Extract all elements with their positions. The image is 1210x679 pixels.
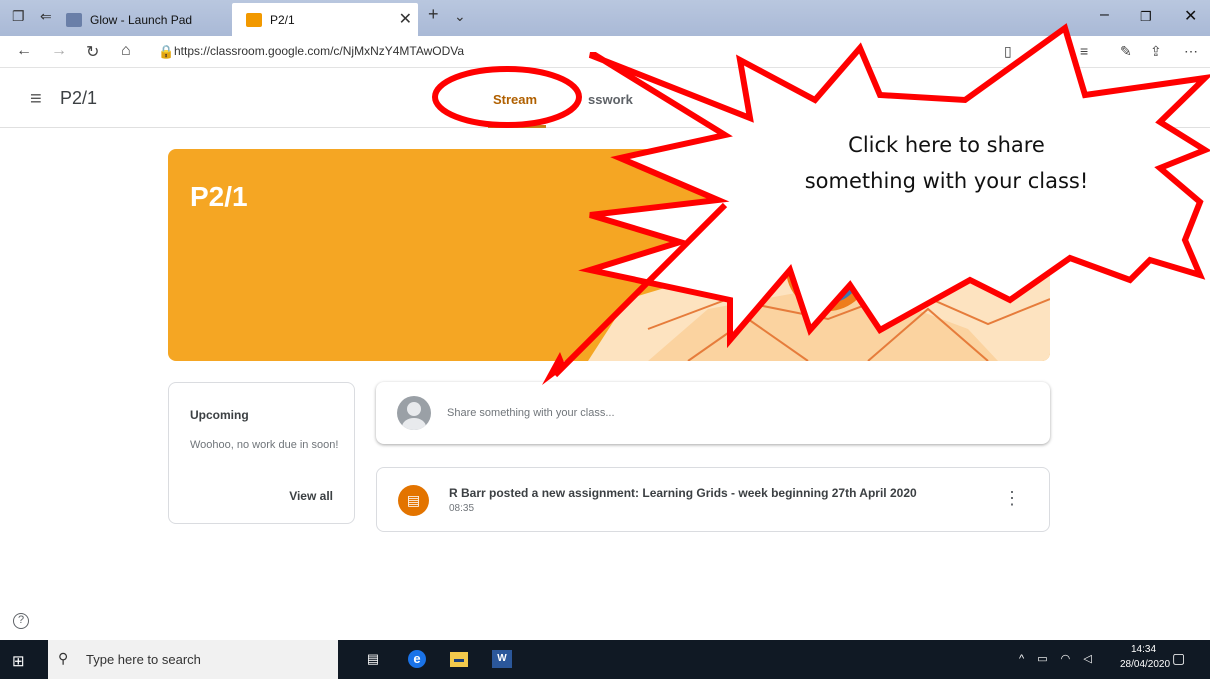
- lock-icon: 🔒: [158, 44, 175, 59]
- forward-icon[interactable]: →: [51, 42, 67, 60]
- back-icon[interactable]: ←: [16, 42, 32, 60]
- tab-people[interactable]: Pe: [680, 92, 696, 107]
- set-aside-tabs-icon[interactable]: ⇐: [40, 8, 52, 25]
- reading-view-icon[interactable]: ▯: [1004, 43, 1012, 60]
- address-bar: ← → ↻ ⌂ 🔒 https://classroom.google.com/c…: [0, 36, 1210, 68]
- taskbar-search[interactable]: ⚲ Type here to search: [48, 640, 338, 679]
- search-icon: ⚲: [58, 650, 69, 666]
- tab-stream[interactable]: Stream: [493, 92, 537, 107]
- new-tab-icon[interactable]: +: [428, 4, 439, 25]
- file-explorer-icon[interactable]: ▬: [450, 652, 468, 667]
- url-field[interactable]: https://classroom.google.com/c/NjMxNzY4M…: [174, 44, 464, 58]
- tab-label: Glow - Launch Pad: [90, 12, 193, 27]
- more-icon[interactable]: ⋯: [1184, 43, 1198, 60]
- browser-tab-strip: ❐ ⇐ Glow - Launch Pad P2/1 ✕ + ⌄ – ❐ ✕: [0, 0, 1210, 36]
- favorites-hub-icon[interactable]: ≡: [1080, 43, 1088, 59]
- classroom-favicon-icon: [246, 12, 262, 27]
- tab-list-chevron-icon[interactable]: ⌄: [454, 8, 466, 25]
- avatar: [397, 396, 431, 430]
- tab-actions-icon[interactable]: ❐: [12, 8, 25, 25]
- callout-text: Click here to share something with your …: [778, 127, 1115, 199]
- glow-favicon-icon: [66, 12, 82, 27]
- restore-icon[interactable]: ❐: [1140, 9, 1152, 25]
- post-title[interactable]: R Barr posted a new assignment: Learning…: [449, 486, 917, 500]
- task-view-icon[interactable]: ▤: [362, 648, 384, 670]
- callout-line-1: Click here to share: [848, 133, 1045, 157]
- upcoming-title: Upcoming: [190, 408, 249, 422]
- edge-icon[interactable]: e: [408, 650, 426, 668]
- clock-date[interactable]: 28/04/2020: [1120, 659, 1170, 670]
- share-card[interactable]: Share something with your class...: [376, 382, 1050, 444]
- tab-glow-launch-pad[interactable]: Glow - Launch Pad: [66, 3, 231, 36]
- more-vert-icon[interactable]: ⋮: [1003, 488, 1021, 509]
- class-title: P2/1: [60, 88, 98, 108]
- share-icon[interactable]: ⇪: [1150, 43, 1162, 60]
- post-time: 08:35: [449, 503, 475, 514]
- upcoming-message: Woohoo, no work due in soon!: [190, 439, 339, 451]
- tab-p2-1[interactable]: P2/1 ✕: [232, 3, 418, 36]
- home-icon[interactable]: ⌂: [121, 42, 131, 60]
- upcoming-card: Upcoming Woohoo, no work due in soon! Vi…: [168, 382, 355, 524]
- refresh-icon[interactable]: ↻: [86, 42, 99, 62]
- share-input[interactable]: Share something with your class...: [447, 407, 615, 419]
- tab-classwork[interactable]: sswork: [588, 92, 633, 107]
- active-tab-indicator: [488, 125, 546, 128]
- banner-title: P2/1: [190, 181, 248, 212]
- pen-icon[interactable]: ✎: [1120, 43, 1132, 60]
- callout-line-2: something with your class!: [804, 169, 1089, 193]
- word-icon[interactable]: W: [492, 650, 512, 668]
- system-tray[interactable]: ^ ▭ ◠ ◁: [1019, 652, 1097, 665]
- menu-icon[interactable]: ≡: [30, 88, 42, 111]
- favorite-star-icon[interactable]: ☆: [1032, 43, 1045, 60]
- search-input[interactable]: Type here to search: [86, 652, 201, 667]
- clock-time[interactable]: 14:34: [1131, 644, 1156, 655]
- view-all-button[interactable]: View all: [289, 489, 333, 503]
- assignment-post[interactable]: ▤ R Barr posted a new assignment: Learni…: [376, 467, 1050, 532]
- assignment-icon: ▤: [398, 485, 429, 516]
- help-icon[interactable]: ?: [13, 613, 29, 629]
- windows-start-icon[interactable]: ⊞: [12, 652, 25, 670]
- tab-label: P2/1: [270, 12, 295, 27]
- windows-taskbar: ⊞ ⚲ Type here to search ▤ e ▬ W ^ ▭ ◠ ◁ …: [0, 640, 1210, 679]
- window-close-icon[interactable]: ✕: [1184, 6, 1197, 26]
- classroom-header: ≡ P2/1 Stream sswork Pe: [0, 68, 1210, 128]
- notifications-icon[interactable]: ▢: [1172, 650, 1185, 667]
- close-tab-icon[interactable]: ✕: [399, 9, 412, 29]
- minimize-icon[interactable]: –: [1100, 6, 1109, 24]
